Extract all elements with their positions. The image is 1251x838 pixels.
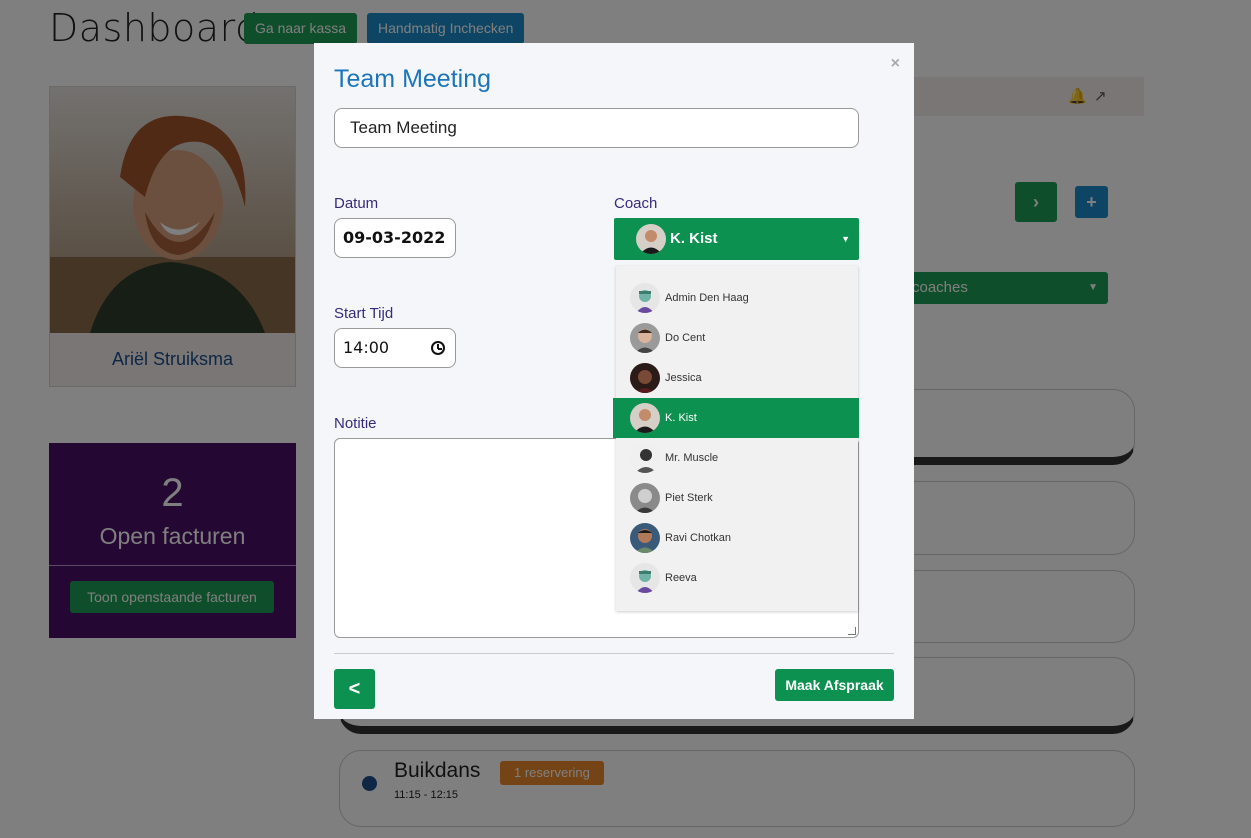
- coach-option-label: Jessica: [665, 372, 702, 384]
- clock-icon[interactable]: [431, 341, 445, 355]
- modal-title: Team Meeting: [334, 65, 492, 93]
- datum-label: Datum: [334, 195, 379, 212]
- avatar: [630, 443, 660, 473]
- back-button[interactable]: <: [334, 669, 375, 709]
- avatar: [630, 483, 660, 513]
- avatar: [630, 523, 660, 553]
- coach-option-label: Piet Sterk: [665, 492, 713, 504]
- coach-selected-value: K. Kist: [670, 230, 718, 247]
- start-time-label: Start Tijd: [334, 305, 394, 322]
- title-input[interactable]: Team Meeting: [334, 108, 859, 148]
- coach-option[interactable]: Do Cent: [613, 318, 859, 358]
- avatar: [630, 363, 660, 393]
- coach-option-label: Mr. Muscle: [665, 452, 719, 464]
- avatar: [630, 403, 660, 433]
- avatar: [630, 323, 660, 353]
- coach-option-selected[interactable]: K. Kist: [613, 398, 859, 438]
- coach-option[interactable]: Piet Sterk: [613, 478, 859, 518]
- coach-avatar: [636, 224, 666, 254]
- start-time-input[interactable]: 14:00: [334, 328, 456, 368]
- make-appointment-button[interactable]: Maak Afspraak: [775, 669, 894, 701]
- caret-down-icon: ▼: [841, 234, 850, 244]
- divider: [334, 653, 894, 654]
- coach-option-label: Reeva: [665, 572, 697, 584]
- coach-select[interactable]: K. Kist ▼: [614, 218, 859, 260]
- date-input[interactable]: 09-03-2022: [334, 218, 456, 258]
- coach-option-label: Do Cent: [665, 332, 706, 344]
- avatar: [630, 563, 660, 593]
- appointment-modal: × Team Meeting Team Meeting Datum Coach …: [314, 43, 914, 719]
- coach-option[interactable]: Jessica: [613, 358, 859, 398]
- coach-dropdown-list: Admin Den Haag Do Cent Jessica K. Kist M…: [613, 266, 859, 611]
- avatar: [630, 283, 660, 313]
- close-icon[interactable]: ×: [891, 55, 900, 73]
- coach-option-label: Admin Den Haag: [665, 292, 749, 304]
- coach-option[interactable]: Ravi Chotkan: [613, 518, 859, 558]
- coach-option-label: K. Kist: [665, 412, 697, 424]
- start-time-value: 14:00: [343, 338, 390, 357]
- coach-option-label: Ravi Chotkan: [665, 532, 732, 544]
- coach-option[interactable]: Admin Den Haag: [613, 278, 859, 318]
- note-label: Notitie: [334, 415, 377, 432]
- coach-option[interactable]: Reeva: [613, 558, 859, 598]
- resize-handle-icon[interactable]: [848, 627, 856, 635]
- coach-label: Coach: [614, 195, 658, 212]
- coach-option[interactable]: Mr. Muscle: [613, 438, 859, 478]
